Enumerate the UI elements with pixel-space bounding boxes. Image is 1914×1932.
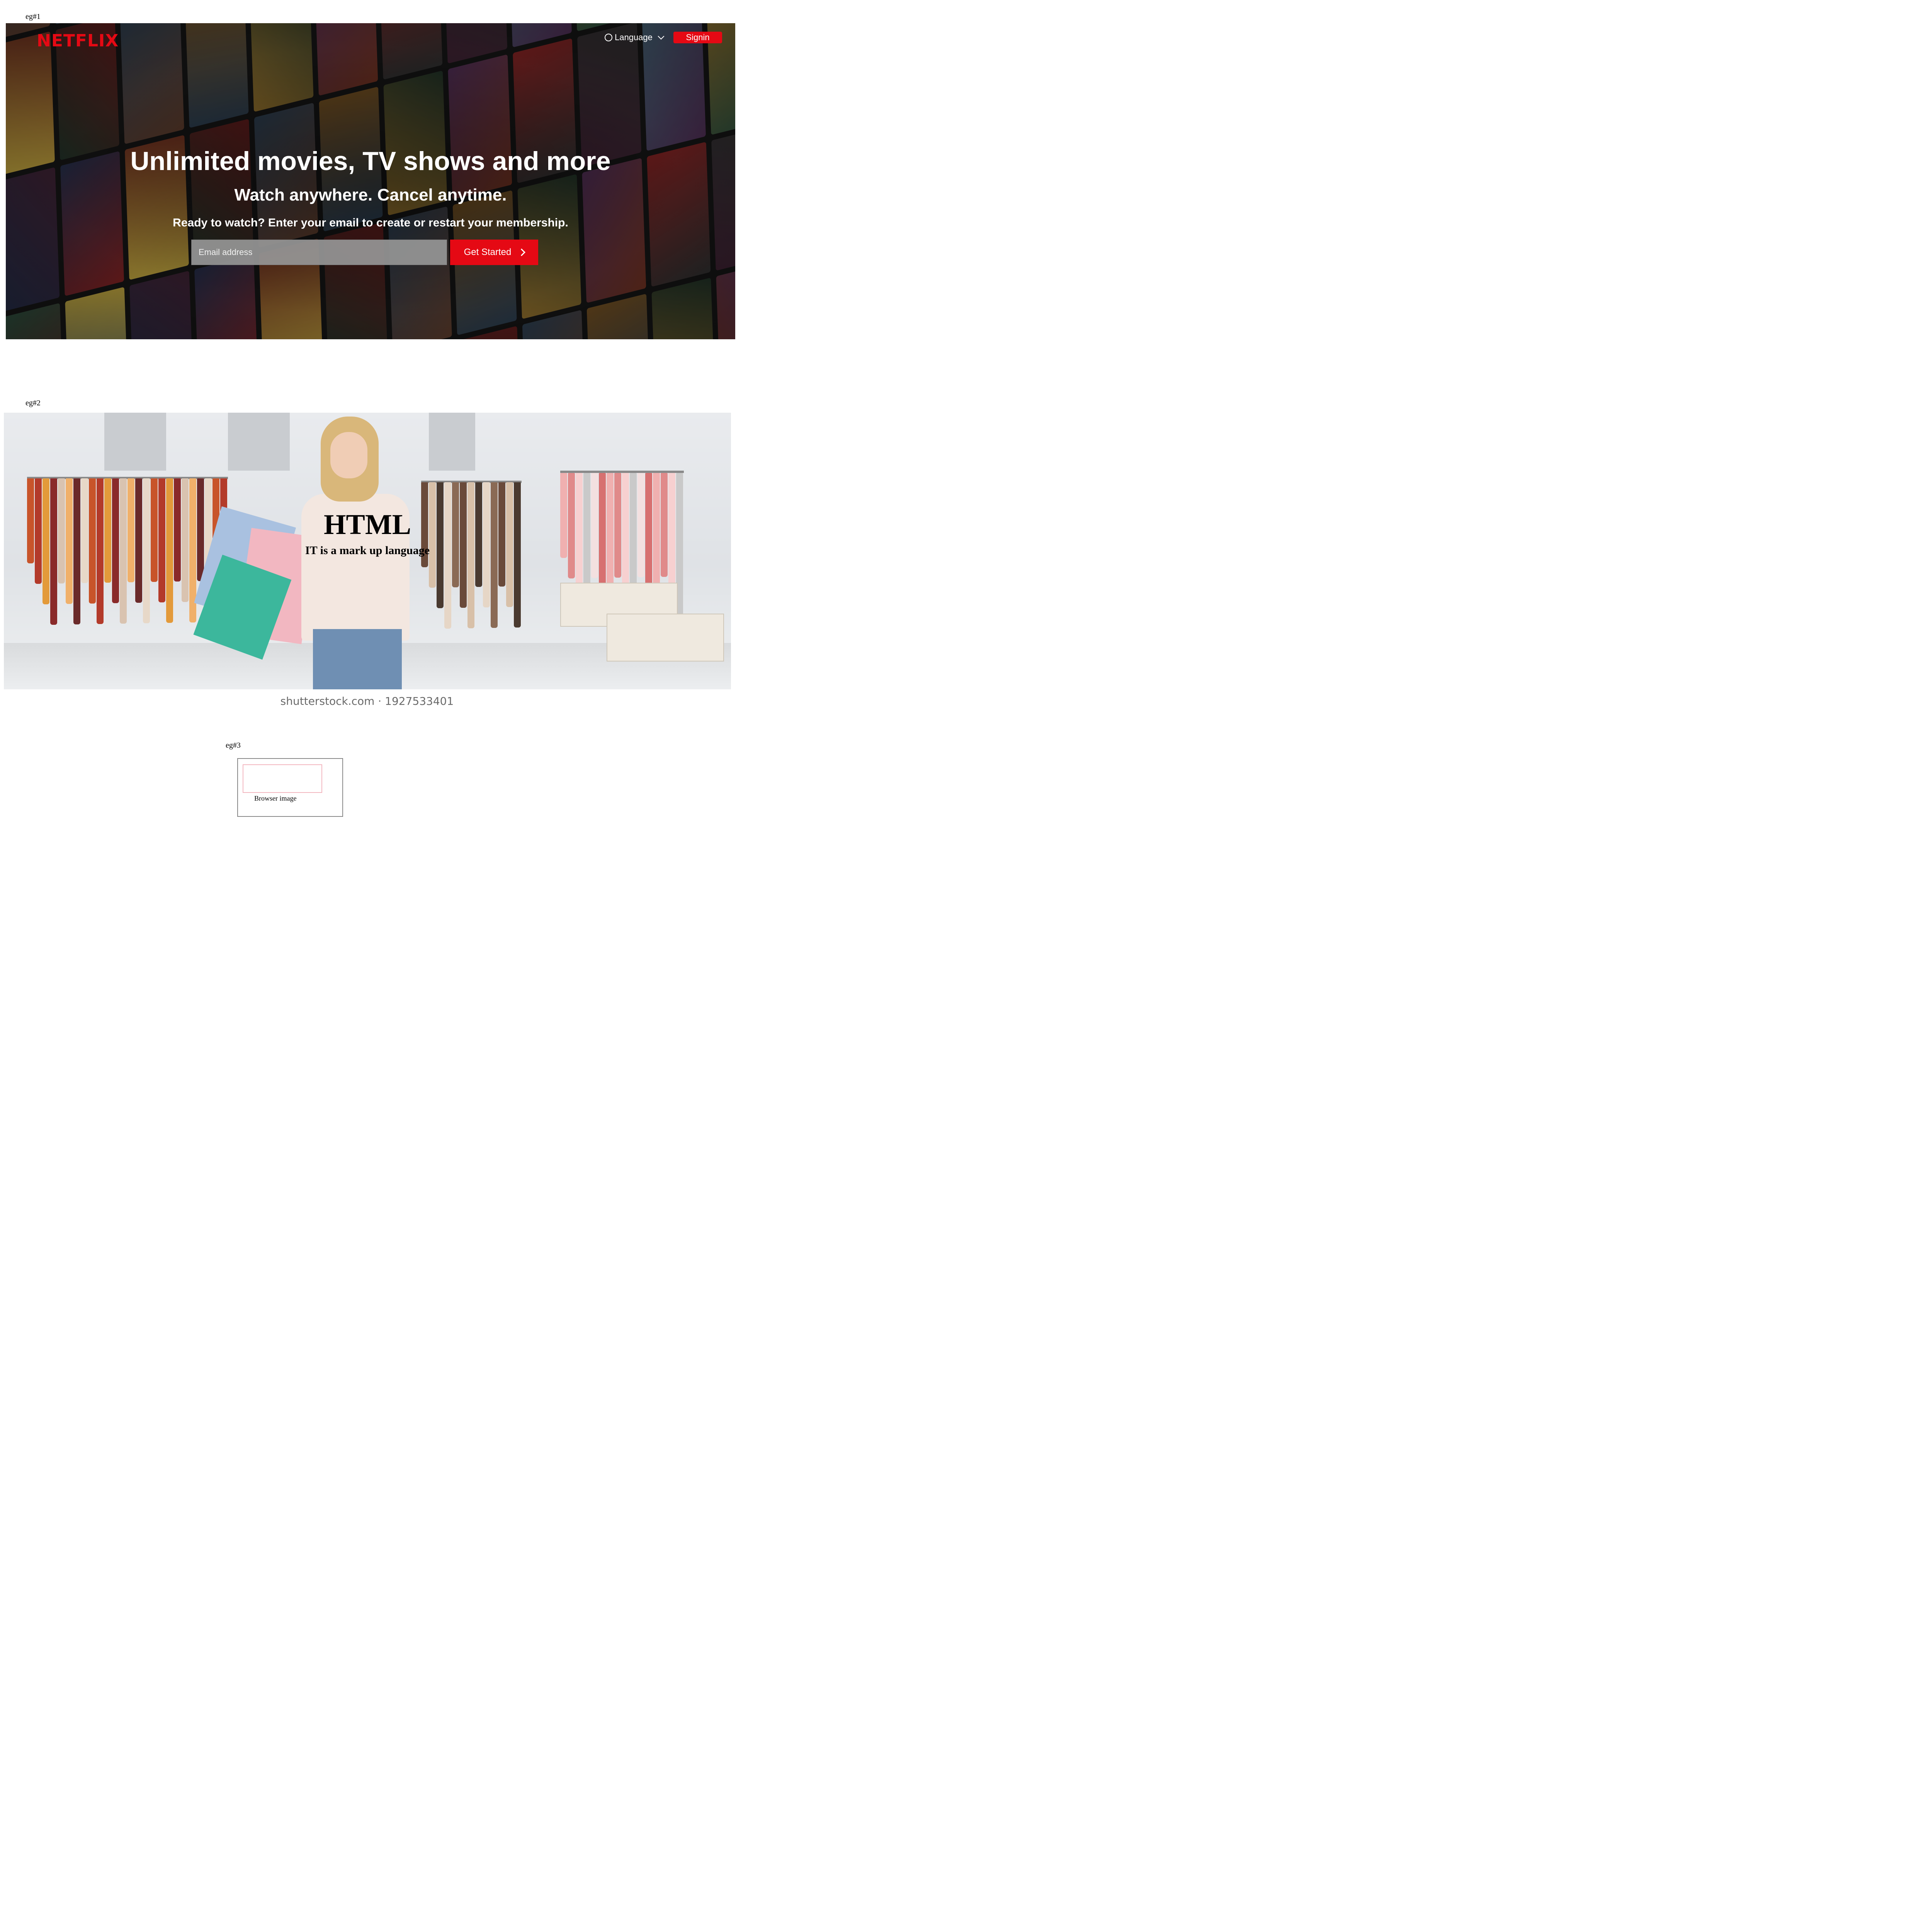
- get-started-button[interactable]: Get Started: [450, 240, 538, 265]
- garment: [42, 478, 49, 604]
- hero-cta-text: Ready to watch? Enter your email to crea…: [173, 216, 568, 229]
- shopper: [330, 432, 367, 478]
- example-2-label: eg#2: [25, 399, 41, 407]
- example-1-label: eg#1: [25, 12, 41, 21]
- hero-overlay: [6, 23, 735, 339]
- signin-button[interactable]: Signin: [673, 32, 722, 43]
- language-select[interactable]: Language: [601, 31, 667, 44]
- language-label: Language: [615, 32, 653, 42]
- store-window: [228, 413, 290, 471]
- figure-caption: Browser image: [254, 794, 297, 802]
- netflix-hero: NETFLIX Language Signin Unlimited movies…: [6, 23, 735, 339]
- store-subtitle: IT is a mark up language: [305, 544, 430, 557]
- hero-title: Unlimited movies, TV shows and more: [130, 146, 611, 176]
- store-image: HTML IT is a mark up language: [4, 413, 731, 689]
- image-watermark: shutterstock.com · 1927533401: [280, 695, 454, 707]
- get-started-label: Get Started: [464, 247, 512, 257]
- broken-image-placeholder: [243, 764, 322, 793]
- hero-subtitle: Watch anywhere. Cancel anytime.: [234, 185, 507, 204]
- shopper: [313, 629, 402, 689]
- display-table: [607, 614, 724, 662]
- netflix-logo[interactable]: NETFLIX: [37, 31, 119, 51]
- store-window: [104, 413, 166, 471]
- globe-icon: [605, 34, 612, 41]
- figure-box: Browser image: [237, 758, 343, 817]
- chevron-down-icon: [658, 33, 665, 40]
- email-field[interactable]: [191, 240, 447, 265]
- example-3-label: eg#3: [226, 741, 241, 750]
- store-title: HTML: [323, 509, 411, 541]
- chevron-right-icon: [518, 248, 526, 256]
- store-window: [429, 413, 475, 471]
